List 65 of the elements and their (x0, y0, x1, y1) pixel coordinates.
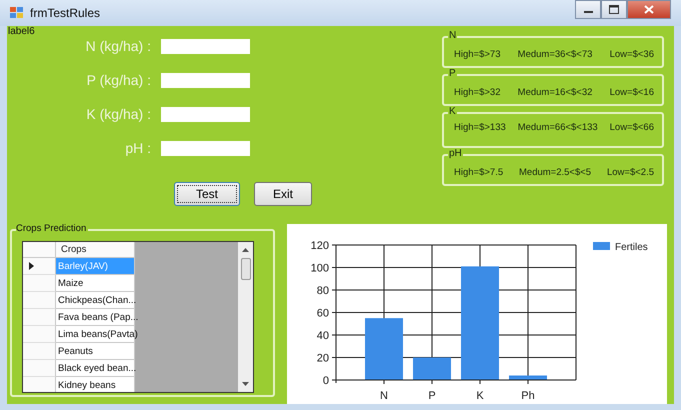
y-tick-label: 0 (322, 375, 329, 387)
input-field[interactable] (161, 38, 250, 54)
form-button[interactable]: Exit (254, 182, 312, 206)
medium-rule: Medum=16<$<32 (518, 86, 592, 98)
high-rule: High=$>133 (454, 122, 506, 133)
group-title: K (448, 106, 457, 117)
table-cell[interactable]: Fava beans (Pap... (56, 309, 135, 326)
input-field[interactable] (161, 72, 250, 88)
field-label: N (kg/ha) : (84, 38, 152, 54)
x-tick-label: K (476, 390, 484, 402)
y-tick-label: 20 (316, 352, 329, 364)
table-cell[interactable]: Kidney beans (56, 377, 135, 392)
legend-label: Fertiles (615, 242, 648, 253)
group-title: pH (448, 148, 463, 159)
table-cell[interactable]: Black eyed bean... (56, 360, 135, 377)
field-label: P (kg/ha) : (86, 72, 152, 88)
corner-label: label6 (8, 26, 35, 37)
close-button[interactable] (627, 0, 671, 19)
bar (413, 358, 451, 380)
high-rule: High=$>32 (454, 86, 500, 98)
input-field[interactable] (161, 106, 250, 122)
input-field[interactable] (161, 140, 250, 156)
low-rule: Low=$<2.5 (606, 166, 654, 178)
bar (509, 376, 547, 380)
group-title: P (448, 68, 457, 79)
high-rule: High=$>73 (454, 48, 500, 60)
medium-rule: Medum=2.5<$<5 (519, 166, 592, 178)
x-tick-label: N (380, 390, 388, 402)
y-tick-label: 60 (316, 308, 329, 320)
scroll-up-icon (242, 247, 249, 252)
table-cell[interactable]: Lima beans(Pavta) (56, 326, 135, 343)
scroll-down-icon (242, 382, 249, 387)
field-label: pH : (124, 140, 152, 156)
legend-swatch (593, 242, 610, 250)
close-icon (644, 5, 654, 14)
form-button[interactable]: Test (174, 182, 240, 206)
group-title: Crops Prediction (16, 223, 88, 234)
maximize-icon (609, 5, 619, 14)
row-header[interactable] (23, 258, 56, 275)
low-rule: Low=$<16 (610, 86, 654, 98)
y-tick-label: 120 (310, 240, 329, 252)
medium-rule: Medum=66<$<133 (518, 122, 598, 133)
x-tick-label: P (428, 390, 436, 402)
low-rule: Low=$<66 (610, 122, 654, 133)
group-title: N (448, 30, 458, 41)
scroll-bar[interactable] (238, 242, 253, 392)
y-tick-label: 80 (316, 285, 329, 297)
window-title: frmTestRules (30, 6, 100, 20)
y-tick-label: 100 (310, 262, 329, 274)
column-header[interactable]: Crops (56, 242, 135, 258)
scroll-thumb[interactable] (240, 258, 250, 280)
table-cell[interactable]: Chickpeas(Chan... (56, 292, 135, 309)
medium-rule: Medum=36<$<73 (518, 48, 592, 60)
bar (365, 318, 403, 380)
field-label: K (kg/ha) : (85, 106, 152, 122)
maximize-button[interactable] (601, 0, 627, 19)
low-rule: Low=$<36 (610, 48, 654, 60)
table-cell[interactable]: Maize (56, 275, 135, 292)
x-tick-label: Ph (521, 390, 535, 402)
minimize-button[interactable] (575, 0, 601, 19)
high-rule: High=$>7.5 (454, 166, 504, 178)
y-tick-label: 40 (316, 330, 329, 342)
table-cell[interactable]: Peanuts (56, 343, 135, 360)
app-icon (10, 7, 24, 19)
corner-header (23, 242, 56, 258)
